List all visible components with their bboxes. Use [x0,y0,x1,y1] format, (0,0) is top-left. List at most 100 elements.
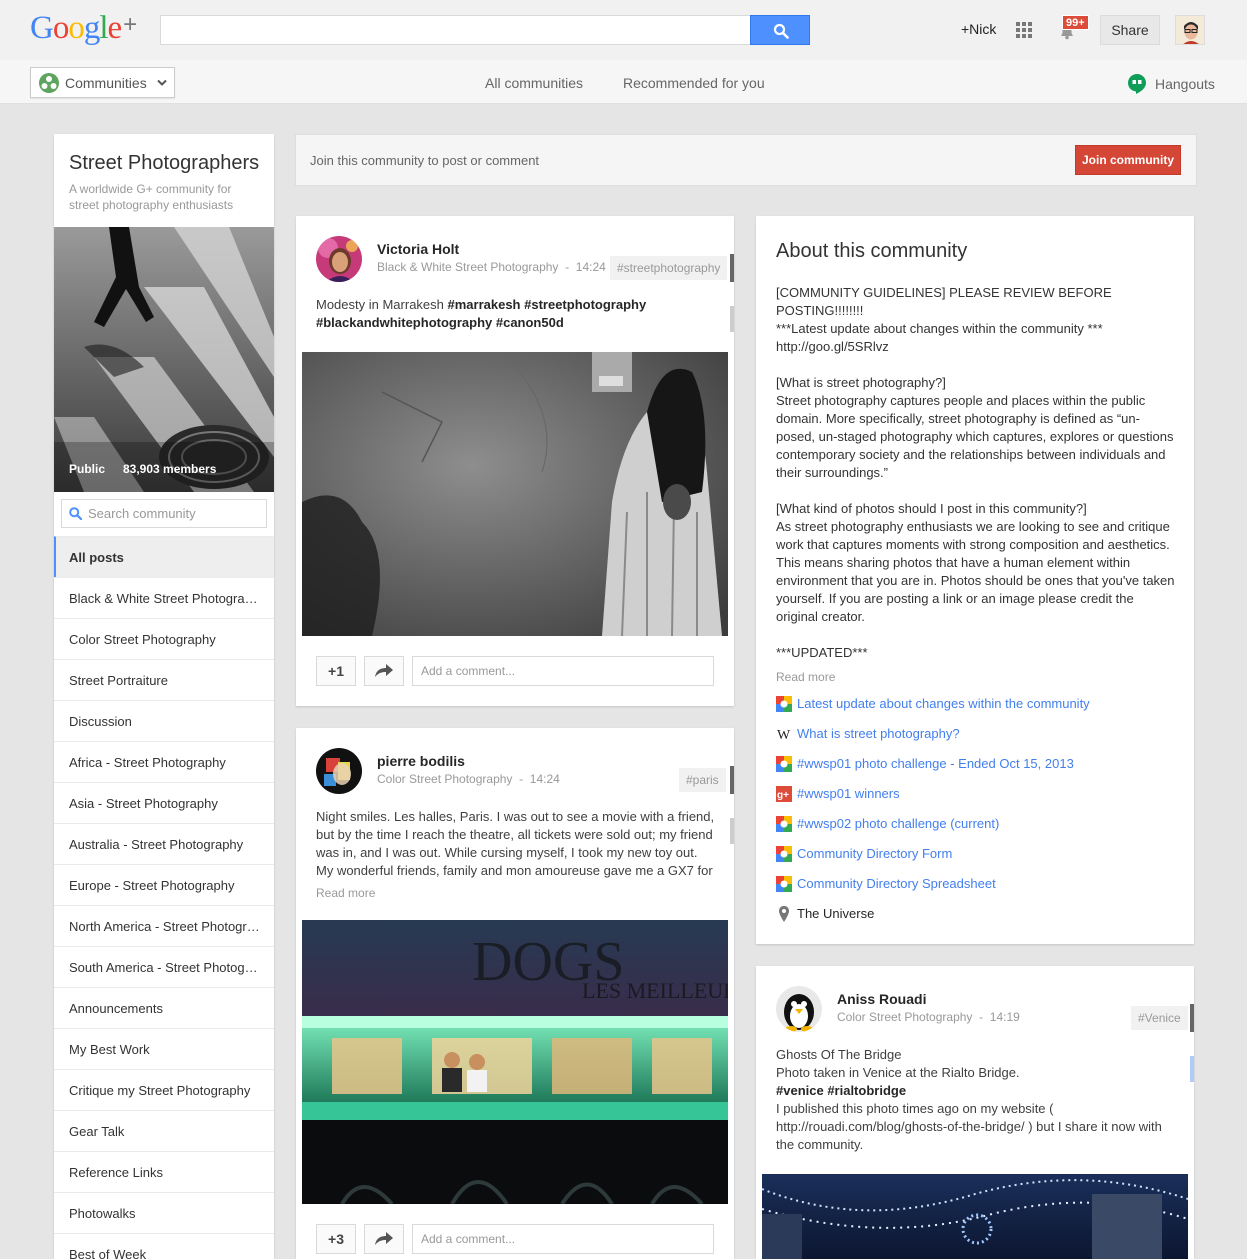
community-search-input[interactable]: Search community [61,499,267,528]
author-avatar-image [316,748,362,794]
category-item[interactable]: Black & White Street Photography [54,577,274,618]
author-avatar[interactable] [316,236,362,282]
author-avatar-image [776,986,822,1032]
google-icon [776,846,792,862]
about-read-more-link[interactable]: Read more [776,670,835,684]
post-category[interactable]: Color Street Photography [377,772,512,786]
post-card: pierre bodilis Color Street Photography … [296,728,734,1259]
post-hashtag[interactable]: #Venice [1131,1006,1188,1030]
post-photo[interactable] [302,352,728,636]
hangouts-label[interactable]: Hangouts [1155,76,1215,92]
about-link-label: Community Directory Form [797,846,953,861]
post-photo-image [302,352,728,636]
tab-all-communities[interactable]: All communities [485,75,583,91]
about-title: About this community [776,240,968,262]
hangouts-icon[interactable] [1128,74,1146,94]
post-tag-stripe [1190,1004,1194,1032]
share-arrow-icon [375,1232,393,1245]
post-category[interactable]: Black & White Street Photography [377,260,558,274]
post-hashtag[interactable]: #paris [679,768,726,792]
post-tag-stripe [730,254,734,282]
category-item[interactable]: Critique my Street Photography [54,1069,274,1110]
reshare-button[interactable] [364,1224,404,1254]
category-item[interactable]: Color Street Photography [54,618,274,659]
post-text: Modesty in Marrakesh #marrakesh #streetp… [316,296,716,332]
post-text: Night smiles. Les halles, Paris. I was o… [316,809,715,878]
category-item[interactable]: North America - Street Photography [54,905,274,946]
notification-count-badge[interactable]: 99+ [1062,15,1089,30]
svg-text:g+: g+ [777,790,789,801]
post-time[interactable]: 14:19 [990,1010,1020,1024]
share-button[interactable]: Share [1100,15,1160,45]
author-avatar[interactable] [776,986,822,1032]
post-author-name[interactable]: Victoria Holt [377,241,459,257]
post-category[interactable]: Color Street Photography [837,1010,972,1024]
post-author-name[interactable]: Aniss Rouadi [837,991,926,1007]
gplus-icon: g+ [776,786,792,802]
search-button[interactable] [750,15,810,45]
community-search-placeholder: Search community [88,506,196,521]
apps-grid-icon[interactable] [1016,22,1033,39]
community-sidebar: Street Photographers A worldwide G+ comm… [54,134,274,1259]
plus-one-button[interactable]: +3 [316,1224,356,1254]
logo-text: Google [30,10,122,46]
post-tag-stripe [730,306,734,332]
category-item[interactable]: Street Portraiture [54,659,274,700]
post-hashtag[interactable]: #streetphotography [610,256,728,280]
post-hashtags[interactable]: #venice #rialtobridge [776,1082,1176,1100]
comment-input[interactable]: Add a comment... [412,656,714,686]
post-photo[interactable] [762,1174,1188,1259]
search-input[interactable] [160,15,751,45]
post-meta: Black & White Street Photography - 14:24 [377,260,606,274]
user-name-link[interactable]: +Nick [961,21,996,37]
post-photo-image [762,1174,1188,1259]
google-icon [776,696,792,712]
user-avatar[interactable] [1175,15,1205,45]
community-visibility: Public [69,462,106,476]
category-item[interactable]: My Best Work [54,1028,274,1069]
category-item[interactable]: Asia - Street Photography [54,782,274,823]
post-time[interactable]: 14:24 [576,260,606,274]
category-item[interactable]: Africa - Street Photography [54,741,274,782]
wikipedia-icon: W [777,728,791,742]
join-community-button[interactable]: Join community [1075,145,1181,175]
post-time[interactable]: 14:24 [530,772,560,786]
communities-dropdown-label: Communities [65,75,147,91]
category-item[interactable]: Discussion [54,700,274,741]
comment-input[interactable]: Add a comment... [412,1224,714,1254]
cover-photo-image [54,227,274,492]
svg-text:LES MEILLEURS: LES MEILLEURS [582,978,728,1003]
category-item[interactable]: Gear Talk [54,1110,274,1151]
post-tag-stripe [1190,1056,1194,1082]
post-author-name[interactable]: pierre bodilis [377,753,465,769]
tab-recommended[interactable]: Recommended for you [623,75,765,91]
category-item[interactable]: All posts [54,536,274,577]
location-pin-icon [779,906,789,922]
read-more-link[interactable]: Read more [316,886,375,900]
search-icon [69,507,82,520]
logo-plus: + [123,11,137,38]
community-member-count[interactable]: 83,903 members [123,462,216,476]
post-text-line: Ghosts Of The Bridge [776,1047,902,1062]
post-text-plain: Modesty in Marrakesh [316,297,448,312]
author-avatar[interactable] [316,748,362,794]
search-icon [773,23,789,39]
category-item[interactable]: Reference Links [54,1151,274,1192]
post-text-line: I published this photo times ago on my w… [776,1101,1162,1152]
plus-one-button[interactable]: +1 [316,656,356,686]
category-item[interactable]: Europe - Street Photography [54,864,274,905]
category-item[interactable]: Best of Week [54,1233,274,1259]
google-plus-logo[interactable]: Google+ [30,10,137,47]
category-item[interactable]: Photowalks [54,1192,274,1233]
reshare-button[interactable] [364,656,404,686]
post-tag-stripe [730,818,734,844]
share-arrow-icon [375,664,393,677]
communities-icon [39,73,59,93]
post-photo[interactable]: DOGS LES MEILLEURS [302,920,728,1204]
post-text-line: Photo taken in Venice at the Rialto Brid… [776,1065,1020,1080]
category-item[interactable]: South America - Street Photography [54,946,274,987]
category-item[interactable]: Australia - Street Photography [54,823,274,864]
svg-text:W: W [777,728,791,742]
communities-dropdown[interactable]: Communities [30,67,175,98]
category-item[interactable]: Announcements [54,987,274,1028]
